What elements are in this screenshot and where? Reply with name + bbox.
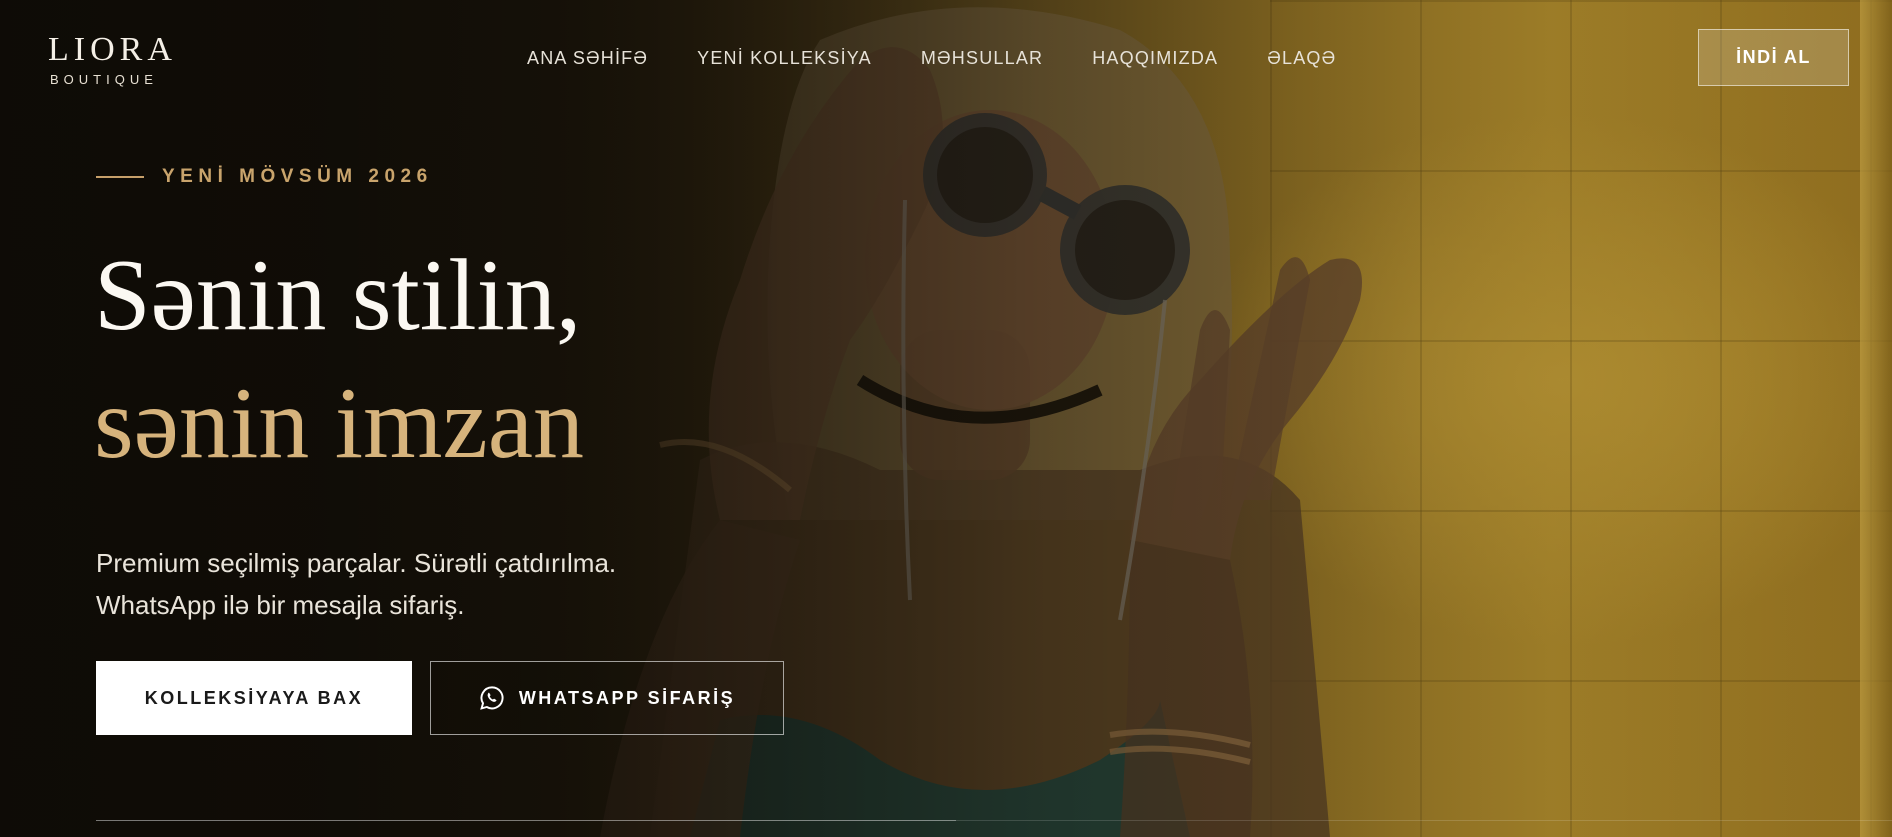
eyebrow-text: YENİ MÖVSÜM 2026 [162, 166, 433, 187]
top-navigation: LIORA BOUTIQUE ANA SƏHİFƏ YENİ KOLLEKSİY… [0, 0, 1892, 115]
buy-now-button[interactable]: İNDİ AL [1698, 29, 1849, 86]
whatsapp-icon [480, 686, 504, 710]
nav-item-products[interactable]: MƏHSULLAR [921, 47, 1043, 69]
season-eyebrow: YENİ MÖVSÜM 2026 [96, 166, 433, 188]
nav-item-contact[interactable]: ƏLAQƏ [1267, 47, 1336, 69]
whatsapp-order-button[interactable]: WHATSAPP SİFARİŞ [430, 661, 784, 735]
headline-line-1: Sənin stilin, [94, 239, 582, 352]
hero-section: LIORA BOUTIQUE ANA SƏHİFƏ YENİ KOLLEKSİY… [0, 0, 1892, 837]
headline-line-2: sənin imzan [94, 367, 585, 480]
subcopy-line-1: Premium seçilmiş parçalar. Sürətli çatdı… [96, 548, 617, 578]
whatsapp-order-label: WHATSAPP SİFARİŞ [518, 687, 736, 708]
brand-name: LIORA [48, 31, 177, 68]
hero-subcopy: Premium seçilmiş parçalar. Sürətli çatdı… [96, 542, 716, 626]
brand-tagline: BOUTIQUE [50, 72, 158, 87]
nav-item-home[interactable]: ANA SƏHİFƏ [527, 47, 648, 69]
bottom-divider-accent [96, 820, 956, 821]
nav-item-new-collection[interactable]: YENİ KOLLEKSİYA [697, 47, 872, 69]
nav-item-about[interactable]: HAQQIMIZDA [1092, 47, 1218, 69]
brand-logo[interactable]: LIORA BOUTIQUE [48, 31, 177, 88]
main-menu: ANA SƏHİFƏ YENİ KOLLEKSİYA MƏHSULLAR HAQ… [527, 47, 1385, 69]
eyebrow-divider [96, 176, 144, 178]
view-collection-button[interactable]: KOLLEKSİYAYA BAX [96, 661, 412, 735]
subcopy-line-2: WhatsApp ilə bir mesajla sifariş. [96, 590, 465, 620]
hero-headline: Sənin stilin, sənin imzan [94, 232, 584, 488]
